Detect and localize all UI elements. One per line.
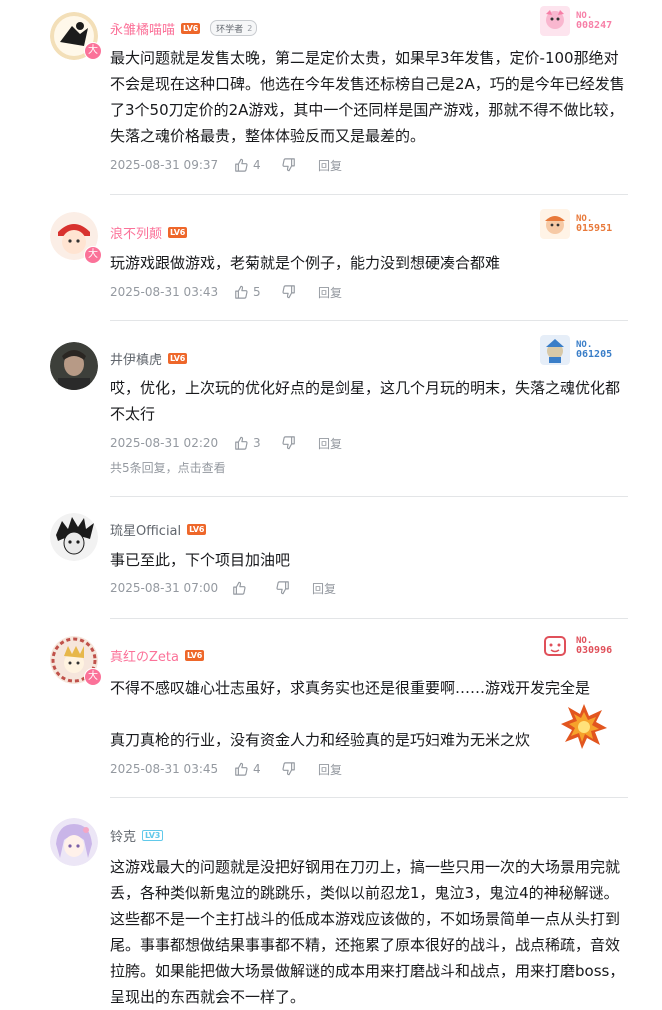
dislike-button[interactable] [282,762,318,776]
decoration-card-image [540,209,570,239]
comment-time: 2025-08-31 09:37 [110,158,219,172]
comment-time: 2025-08-31 03:45 [110,762,219,776]
comment-text: 事已至此，下个项目加油吧 [110,551,291,569]
user-info: 真红のZeta LV6 [110,646,205,665]
level-badge: LV3 [142,829,164,841]
user-avatar-image [50,513,98,561]
reply-button[interactable]: 回复 [318,157,342,174]
user-avatar-image [50,818,98,866]
username[interactable]: 井伊槙虎 [110,349,162,368]
view-sub-replies-link[interactable]: 共5条回复，点击查看 [110,459,226,476]
user-info: 浪不列颠 LV6 [110,223,188,242]
thumbs-down-icon [282,762,295,776]
like-count: 3 [253,436,261,450]
username[interactable]: 浪不列颠 [110,223,162,242]
level-badge: LV6 [168,226,188,238]
comment-meta: 2025-08-31 03:43 5 回复 [110,283,342,301]
level-badge: LV6 [181,22,201,34]
decoration-card[interactable]: NO. 015951 [540,209,612,239]
username[interactable]: 铃克 [110,826,136,845]
explosion-sticker-icon [560,702,608,750]
username[interactable]: 真红のZeta [110,646,179,665]
like-button[interactable] [232,581,276,595]
comment-text-line-1: 不得不感叹雄心壮志虽好，求真务实也还是很重要啊……游戏开发完全是 [110,679,591,697]
username[interactable]: 琉星Official [110,520,181,539]
comment-meta: 2025-08-31 02:20 3 回复 [110,434,342,452]
avatar-verified-badge: 大 [84,42,102,60]
avatar-verified-badge: 大 [84,668,102,686]
thumbs-down-icon [282,436,295,450]
thumbs-down-icon [282,158,295,172]
fan-medal-badge[interactable]: 环学者 2 [210,20,258,36]
comment-text-line-2: 真刀真枪的行业，没有资金人力和经验真的是巧妇难为无米之炊 [110,731,531,749]
decoration-card-image [540,6,570,36]
dislike-button[interactable] [282,285,318,299]
like-button[interactable]: 4 [234,762,282,776]
avatar[interactable] [50,818,98,866]
reply-button[interactable]: 回复 [312,580,336,597]
decoration-card-image [540,335,570,365]
decoration-card-number: NO. 030996 [576,636,613,656]
thumbs-down-icon [282,285,295,299]
reply-button[interactable]: 回复 [318,435,342,452]
thumbs-up-icon [235,158,248,172]
comment-time: 2025-08-31 07:00 [110,581,219,595]
like-count: 4 [253,762,261,776]
comment-meta: 2025-08-31 09:37 4 回复 [110,156,342,174]
avatar[interactable] [50,342,98,390]
user-info: 琉星Official LV6 [110,520,207,539]
fan-medal-label: 环学者 [216,24,244,35]
thumbs-up-icon [235,436,248,450]
decoration-card[interactable]: NO. 008247 [540,6,612,36]
avatar-verified-badge: 大 [84,246,102,264]
dislike-button[interactable] [282,436,318,450]
thumbs-up-icon [235,285,248,299]
like-count: 5 [253,285,261,299]
decoration-card-image [540,631,570,661]
comment-meta: 2025-08-31 07:00 回复 [110,579,336,597]
avatar[interactable] [50,513,98,561]
comment-time: 2025-08-31 03:43 [110,285,219,299]
like-count: 4 [253,158,261,172]
decoration-card-number: NO. 061205 [576,340,613,360]
username[interactable]: 永雏橘喵喵 [110,19,175,38]
level-badge: LV6 [184,649,205,661]
decoration-card[interactable]: NO. 030996 [540,631,612,661]
level-badge: LV6 [168,352,188,364]
comment-divider [110,320,628,321]
level-badge: LV6 [187,523,207,535]
decoration-card-number: NO. 008247 [576,11,613,31]
comment-divider [110,797,628,798]
comment-time: 2025-08-31 02:20 [110,436,219,450]
comment-divider [110,618,628,619]
comment-text: 哎，优化，上次玩的优化好点的是剑星，这几个月玩的明末，失落之魂优化都不太行 [110,379,621,423]
user-info: 永雏橘喵喵 LV6 环学者 2 [110,19,258,38]
user-info: 井伊槙虎 LV6 [110,349,188,368]
like-button[interactable]: 4 [234,158,282,172]
thumbs-down-icon [276,581,289,595]
dislike-button[interactable] [276,581,312,595]
decoration-card[interactable]: NO. 061205 [540,335,612,365]
fan-medal-level: 2 [247,23,253,33]
reply-button[interactable]: 回复 [318,284,342,301]
comment-meta: 2025-08-31 03:45 4 回复 [110,760,342,778]
comment-divider [110,194,628,195]
like-button[interactable]: 5 [234,285,282,299]
comment-divider [110,496,628,497]
like-button[interactable]: 3 [234,436,282,450]
dislike-button[interactable] [282,158,318,172]
thumbs-up-icon [235,762,248,776]
thumbs-up-icon [233,581,246,595]
comment-text: 这游戏最大的问题就是没把好钢用在刀刃上，搞一些只用一次的大场景用完就丢，各种类似… [110,858,625,1006]
reply-button[interactable]: 回复 [318,761,342,778]
user-info: 铃克 LV3 [110,826,164,845]
comment-text: 最大问题就是发售太晚，第二是定价太贵，如果早3年发售，定价-100那绝对不会是现… [110,49,625,145]
decoration-card-number: NO. 015951 [576,214,613,234]
comment-text: 玩游戏跟做游戏，老菊就是个例子，能力没到想硬凑合都难 [110,254,501,272]
user-avatar-image [50,342,98,390]
